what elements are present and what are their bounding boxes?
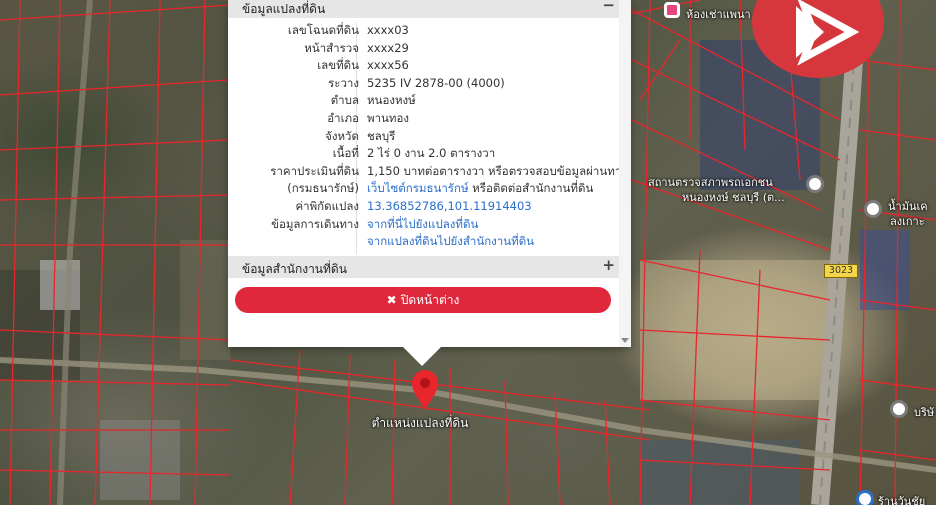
- row-value: 1,150 บาทต่อตารางวา หรือตรวจสอบข้อมูลผ่า…: [367, 163, 619, 178]
- treasury-website-link[interactable]: เว็บไซต์กรมธนารักษ์: [367, 181, 469, 195]
- directions-to-parcel-link[interactable]: จากที่นี่ไปยังแปลงที่ดิน: [367, 217, 478, 231]
- section-title: ข้อมูลแปลงที่ดิน: [242, 2, 326, 16]
- row-value-text: หรือติดต่อสำนักงานที่ดิน: [468, 181, 594, 196]
- section-header-land-info[interactable]: ข้อมูลแปลงที่ดิน −: [228, 0, 619, 18]
- map-pin-icon[interactable]: [410, 368, 440, 416]
- poi-pin-icon[interactable]: [664, 2, 680, 18]
- info-row: ระวาง 5235 IV 2878-00 (4000): [228, 75, 619, 93]
- row-label: ตำบล: [330, 93, 359, 108]
- row-value: เว็บไซต์กรมธนารักษ์ หรือติดต่อสำนักงานที…: [367, 180, 619, 198]
- popup-pointer: [402, 346, 442, 366]
- info-row: ค่าพิกัดแปลง 13.36852786,101.11914403: [228, 198, 619, 216]
- row-label: จังหวัด: [325, 128, 359, 143]
- info-row: เลขโฉนดที่ดิน xxxx03: [228, 22, 619, 40]
- row-value: พานทอง: [367, 110, 410, 125]
- location-pin-icon[interactable]: [864, 200, 882, 218]
- info-row: เลขที่ดิน xxxx56: [228, 57, 619, 75]
- poi-label[interactable]: ร้านวันชัย: [878, 492, 925, 505]
- row-value: 13.36852786,101.11914403: [367, 198, 619, 216]
- poi-label[interactable]: ห้องเช่าแพนา: [686, 5, 751, 23]
- info-row: หน้าสำรวจ xxxx29: [228, 40, 619, 58]
- info-row: ข้อมูลการเดินทาง จากที่นี่ไปยังแปลงที่ดิ…: [228, 216, 619, 234]
- row-value: xxxx29: [367, 40, 409, 55]
- row-value: จากที่นี่ไปยังแปลงที่ดิน: [367, 216, 619, 234]
- scroll-down-icon[interactable]: [621, 338, 629, 343]
- row-value: จากแปลงที่ดินไปยังสำนักงานที่ดิน: [367, 233, 619, 251]
- row-value: 2 ไร่ 0 งาน 2.0 ตารางวา: [367, 146, 496, 161]
- info-row: อำเภอ พานทอง: [228, 110, 619, 128]
- info-row: จากแปลงที่ดินไปยังสำนักงานที่ดิน: [228, 233, 619, 251]
- row-label: เลขโฉนดที่ดิน: [287, 23, 359, 37]
- row-label: ค่าพิกัดแปลง: [295, 198, 359, 213]
- poi-label[interactable]: บริษั: [914, 403, 934, 421]
- row-label: เลขที่ดิน: [317, 58, 359, 73]
- popup-scrollbar[interactable]: [619, 0, 631, 347]
- marker-caption: ตำแหน่งแปลงที่ดิน: [371, 416, 469, 430]
- close-window-button[interactable]: ✖ ปิดหน้าต่าง: [235, 287, 611, 313]
- directions-to-office-link[interactable]: จากแปลงที่ดินไปยังสำนักงานที่ดิน: [367, 234, 534, 248]
- row-label: (กรมธนารักษ์): [287, 181, 359, 196]
- row-label: ราคาประเมินที่ดิน: [270, 163, 359, 178]
- info-row: เนื้อที่ 2 ไร่ 0 งาน 2.0 ตารางวา: [228, 145, 619, 163]
- brand-logo-icon: [752, 0, 884, 78]
- row-label: ระวาง: [328, 75, 359, 90]
- location-pin-icon[interactable]: [856, 490, 874, 505]
- road-number-shield: 3023: [824, 264, 858, 278]
- section-title: ข้อมูลสำนักงานที่ดิน: [242, 262, 347, 276]
- land-info-popup: ข้อมูลแปลงที่ดิน − เลขโฉนดที่ดิน xxxx03 …: [228, 0, 631, 347]
- row-value: ชลบุรี: [367, 128, 396, 143]
- row-label: ข้อมูลการเดินทาง: [271, 216, 359, 231]
- expand-icon[interactable]: +: [602, 256, 615, 274]
- collapse-icon[interactable]: −: [602, 0, 615, 14]
- info-row: จังหวัด ชลบุรี: [228, 128, 619, 146]
- coordinates-link[interactable]: 13.36852786,101.11914403: [367, 199, 532, 213]
- section-header-office-info[interactable]: ข้อมูลสำนักงานที่ดิน +: [228, 256, 619, 278]
- land-info-table: เลขโฉนดที่ดิน xxxx03 หน้าสำรวจ xxxx29 เล…: [228, 22, 619, 251]
- row-label: หน้าสำรวจ: [304, 40, 359, 55]
- info-row: ราคาประเมินที่ดิน 1,150 บาทต่อตารางวา หร…: [228, 163, 619, 181]
- poi-label[interactable]: หนองหงษ์ ชลบุรี (ต...: [682, 188, 785, 206]
- info-row: ตำบล หนองหงษ์: [228, 92, 619, 110]
- location-pin-icon[interactable]: [806, 175, 824, 193]
- close-icon: ✖: [386, 293, 397, 307]
- row-value: 5235 IV 2878-00 (4000): [367, 75, 505, 90]
- row-label: อำเภอ: [327, 110, 359, 125]
- close-button-label: ปิดหน้าต่าง: [400, 293, 460, 307]
- info-row: (กรมธนารักษ์) เว็บไซต์กรมธนารักษ์ หรือติ…: [228, 180, 619, 198]
- row-value: xxxx03: [367, 23, 409, 37]
- location-pin-icon[interactable]: [890, 400, 908, 418]
- row-value: หนองหงษ์: [367, 93, 416, 108]
- row-label: เนื้อที่: [332, 146, 359, 161]
- row-value: xxxx56: [367, 58, 409, 73]
- poi-label[interactable]: ลงเกาะ: [890, 212, 925, 230]
